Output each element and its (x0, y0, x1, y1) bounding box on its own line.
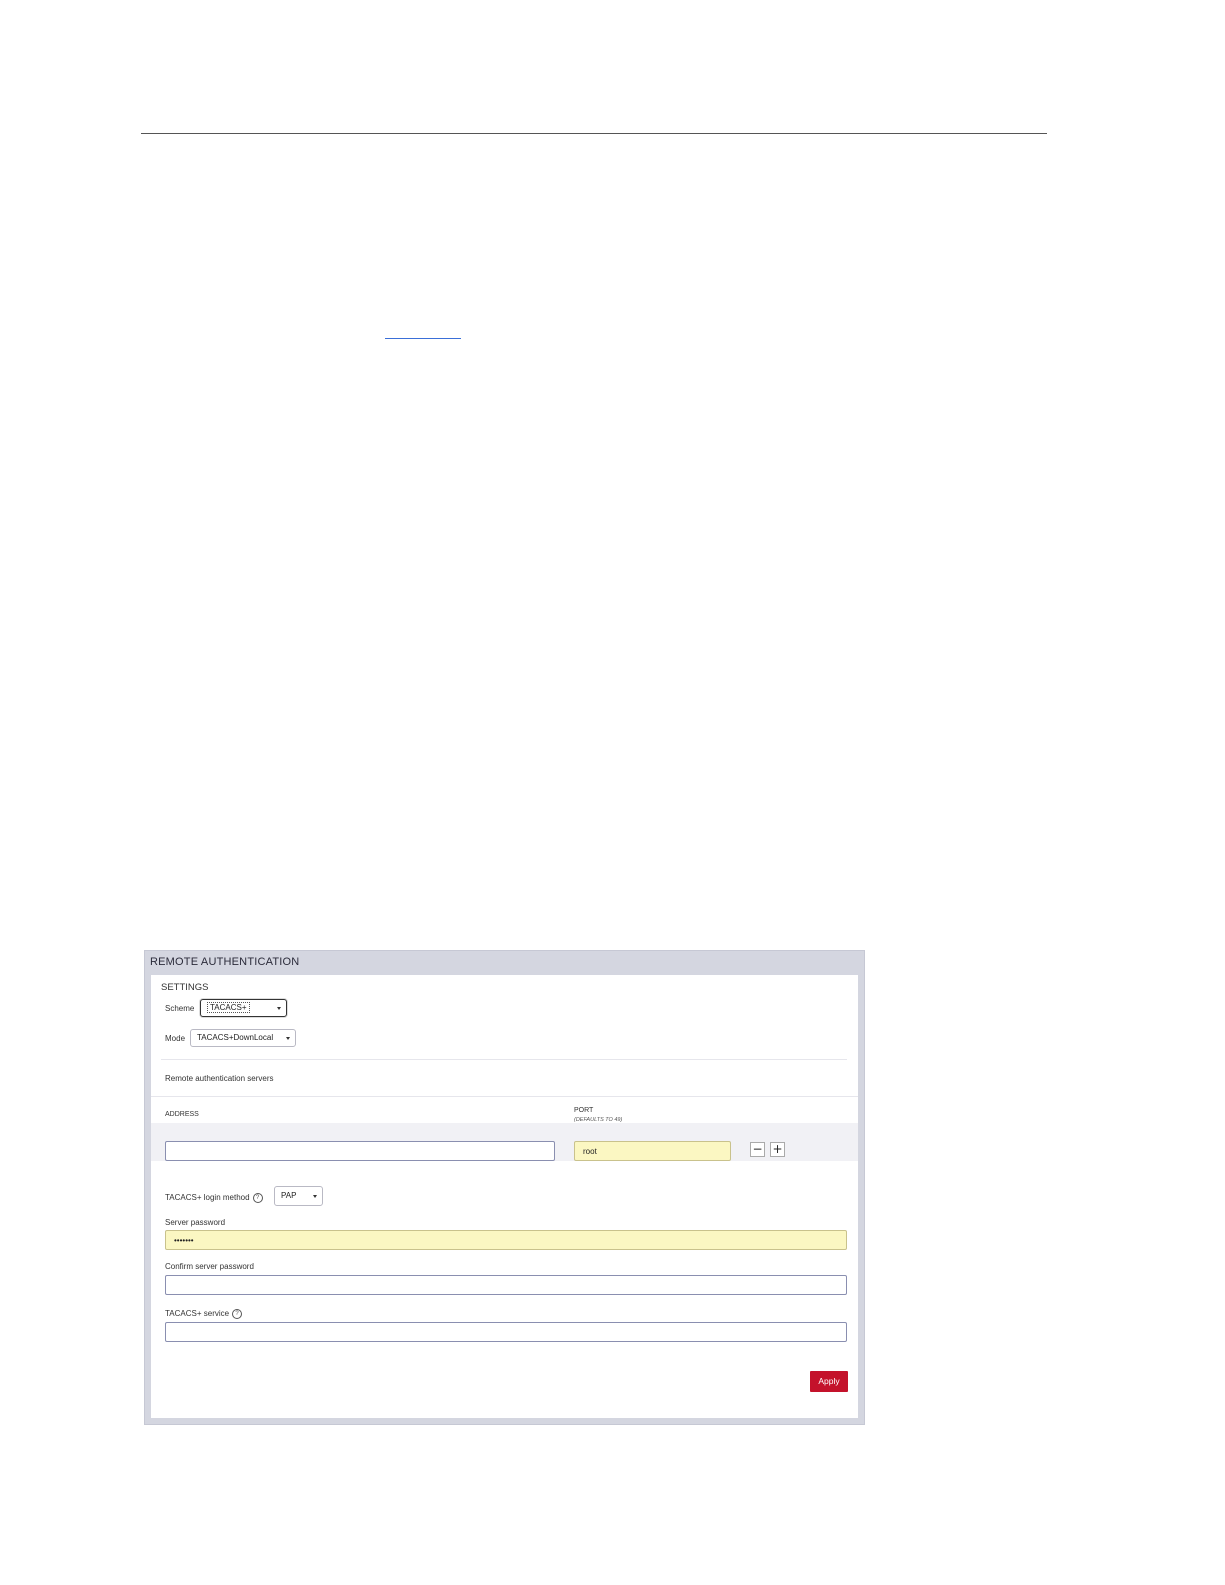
scheme-select[interactable]: TACACS+ (200, 999, 287, 1017)
top-divider (141, 133, 1047, 134)
address-column-header: ADDRESS (165, 1111, 199, 1118)
scheme-label: Scheme (165, 1004, 195, 1013)
divider (161, 1059, 847, 1060)
login-method-value: PAP (281, 1191, 297, 1200)
page-link-underline[interactable] (385, 338, 461, 339)
settings-section: SETTINGS Scheme TACACS+ Mode TACACS+Down… (151, 975, 858, 1418)
login-method-select[interactable]: PAP (274, 1186, 323, 1206)
divider (151, 1096, 858, 1097)
chevron-down-icon (286, 1037, 290, 1040)
remote-authentication-panel: REMOTE AUTHENTICATION SETTINGS Scheme TA… (144, 950, 865, 1425)
login-method-label: TACACS+ login method? (165, 1193, 263, 1203)
port-input[interactable] (574, 1141, 731, 1161)
mode-select[interactable]: TACACS+DownLocal (190, 1029, 296, 1047)
service-label: TACACS+ service? (165, 1309, 243, 1319)
scheme-value: TACACS+ (207, 1002, 250, 1013)
settings-title: SETTINGS (161, 982, 209, 993)
login-method-label-text: TACACS+ login method (165, 1193, 250, 1203)
servers-heading: Remote authentication servers (165, 1074, 274, 1083)
server-password-input[interactable] (165, 1230, 847, 1250)
server-password-label: Server password (165, 1218, 226, 1227)
help-icon[interactable]: ? (252, 1193, 263, 1203)
confirm-password-label: Confirm server password (165, 1262, 254, 1271)
help-icon[interactable]: ? (232, 1309, 243, 1319)
address-input[interactable] (165, 1141, 555, 1161)
add-server-button[interactable]: + (770, 1142, 785, 1157)
remove-server-button[interactable]: − (750, 1142, 765, 1157)
service-input[interactable] (165, 1322, 847, 1342)
chevron-down-icon (313, 1195, 317, 1198)
port-column-header: PORT (574, 1107, 594, 1114)
service-label-text: TACACS+ service (165, 1309, 230, 1319)
panel-title: REMOTE AUTHENTICATION (150, 956, 300, 968)
chevron-down-icon (277, 1007, 281, 1010)
mode-value: TACACS+DownLocal (197, 1033, 274, 1042)
confirm-password-input[interactable] (165, 1275, 847, 1295)
mode-label: Mode (165, 1034, 186, 1043)
apply-button[interactable]: Apply (810, 1371, 848, 1392)
